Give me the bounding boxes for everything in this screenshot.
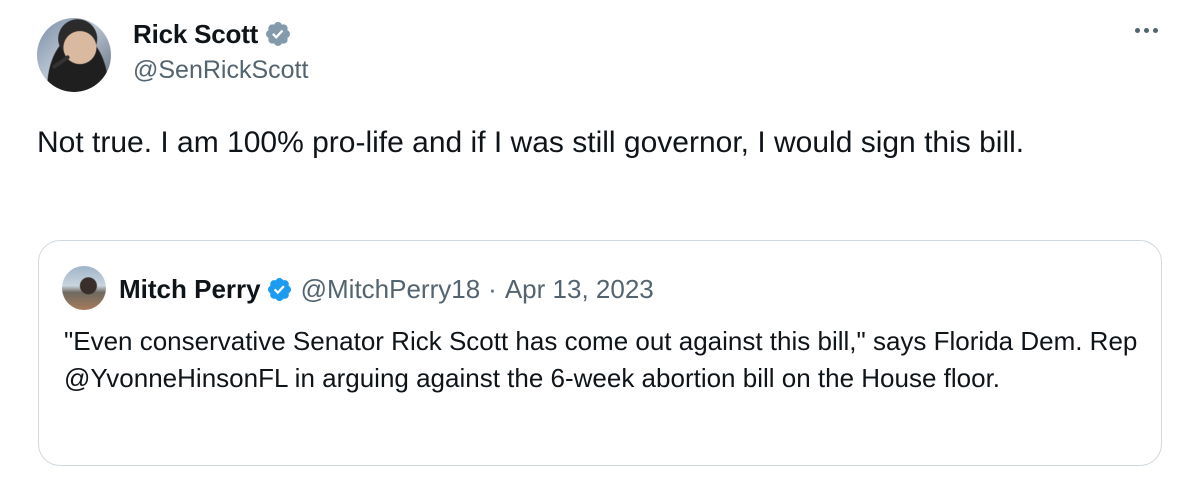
tweet-text: Not true. I am 100% pro-life and if I wa… — [37, 126, 1025, 159]
author-display-name[interactable]: Rick Scott — [133, 19, 258, 50]
meta-separator: · — [488, 273, 497, 304]
quoted-tweet-card[interactable]: Mitch Perry @MitchPerry18 · Apr 13, 2023… — [38, 240, 1162, 466]
verified-badge-icon — [267, 277, 291, 301]
author-handle[interactable]: @SenRickScott — [133, 56, 308, 85]
microphone-icon — [51, 54, 71, 70]
author-avatar[interactable] — [37, 18, 111, 92]
quoted-author-avatar[interactable] — [62, 266, 106, 310]
quoted-tweet-header: Mitch Perry @MitchPerry18 · Apr 13, 2023 — [119, 271, 654, 307]
verified-badge-icon — [266, 22, 291, 46]
quoted-tweet-text: "Even conservative Senator Rick Scott ha… — [64, 326, 1138, 393]
author-name-row: Rick Scott — [133, 17, 292, 51]
quoted-author-display-name[interactable]: Mitch Perry — [119, 274, 261, 305]
quoted-tweet-date[interactable]: Apr 13, 2023 — [505, 274, 654, 305]
quoted-author-handle[interactable]: @MitchPerry18 — [301, 274, 481, 305]
tweet: Rick Scott @SenRickScott Not true. I am … — [0, 0, 1200, 500]
more-options-icon[interactable] — [1124, 12, 1168, 48]
